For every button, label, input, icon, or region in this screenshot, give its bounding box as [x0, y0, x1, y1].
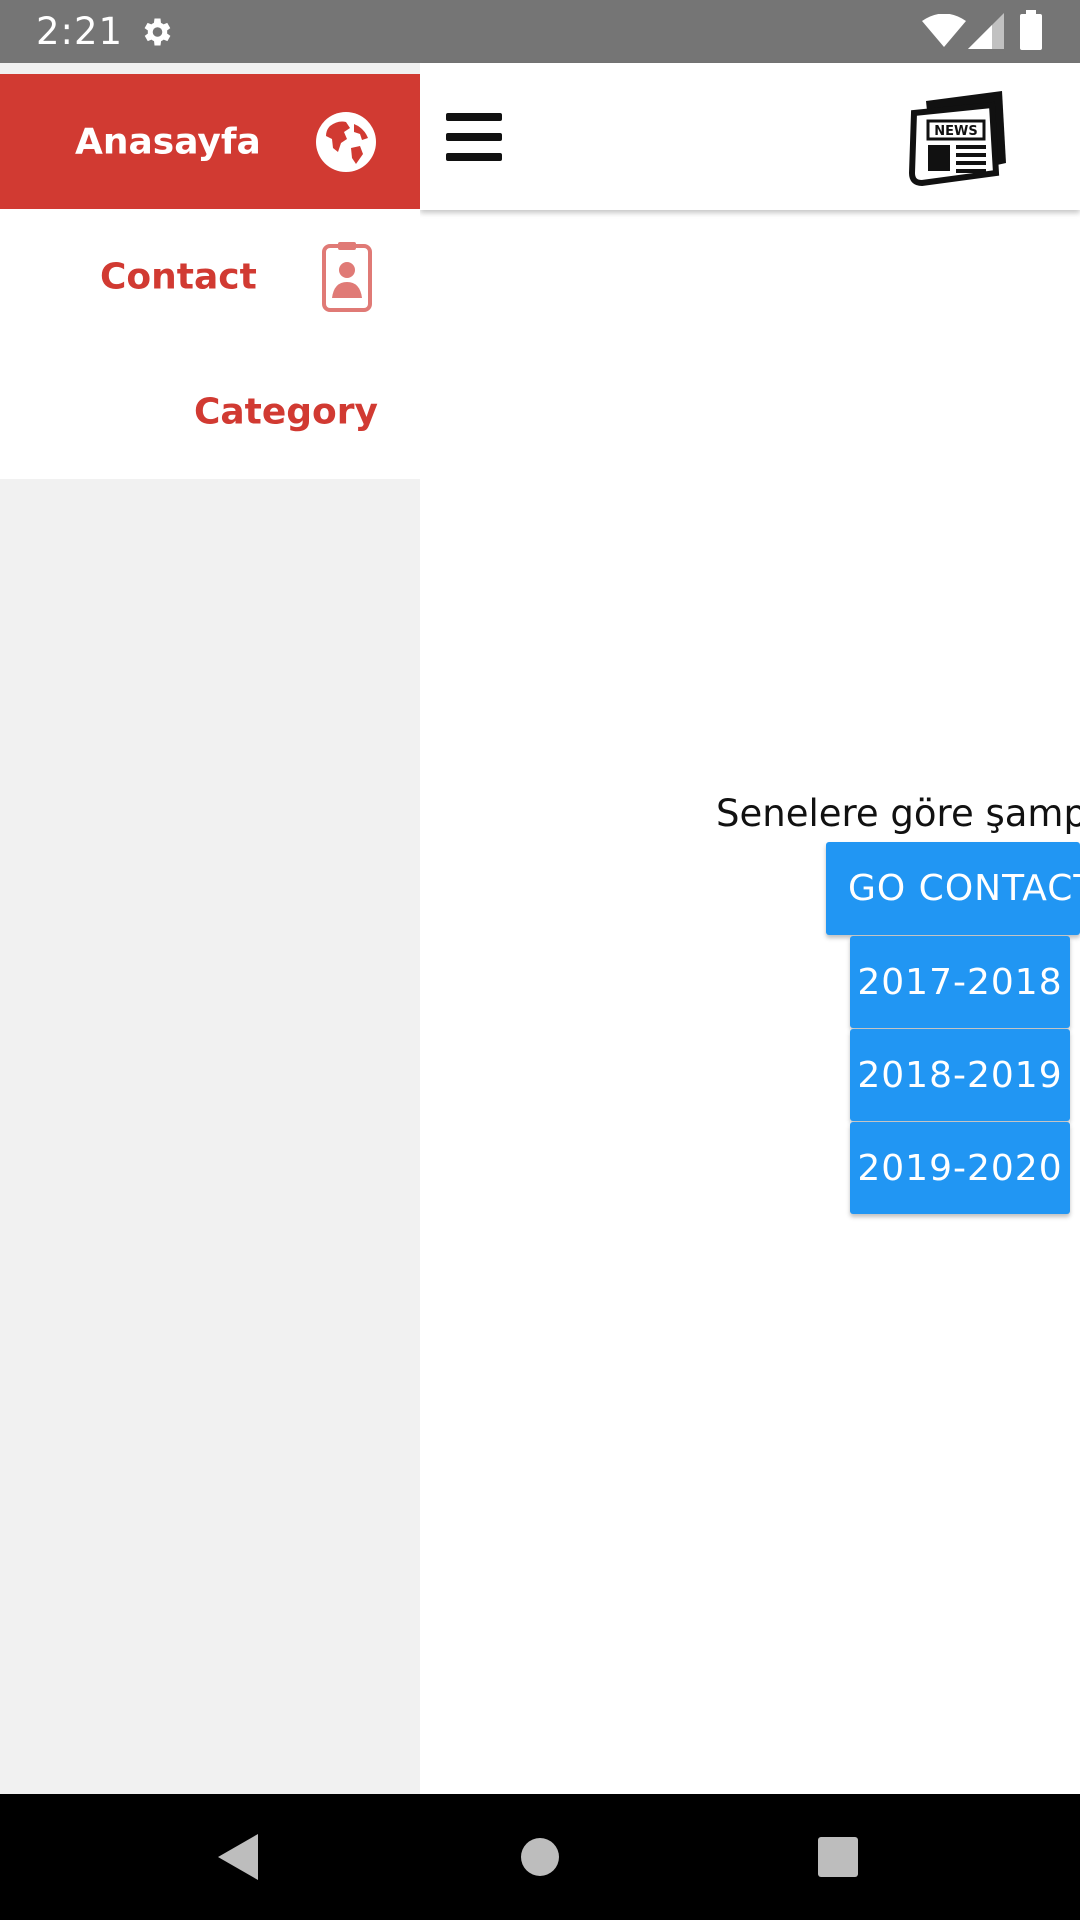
home-icon[interactable] — [520, 1837, 560, 1877]
app-bar: NEWS — [420, 63, 1080, 210]
drawer-item-label: Anasayfa — [75, 121, 261, 162]
svg-text:NEWS: NEWS — [934, 124, 977, 139]
drawer-menu: Anasayfa Contact Category — [0, 74, 420, 479]
navigation-drawer: Anasayfa Contact Category — [0, 63, 420, 1794]
drawer-item-label: Contact — [100, 256, 257, 297]
drawer-item-contact[interactable]: Contact — [0, 209, 420, 344]
contact-card-icon — [322, 241, 372, 312]
drawer-item-category[interactable]: Category — [0, 344, 420, 479]
year-button-2019-2020[interactable]: 2019-2020 — [850, 1122, 1070, 1214]
news-icon: NEWS — [908, 91, 1006, 187]
year-button-2018-2019[interactable]: 2018-2019 — [850, 1029, 1070, 1121]
go-contact-button[interactable]: GO CONTACT — [826, 842, 1080, 935]
back-icon[interactable] — [218, 1834, 258, 1880]
page-title: Senelere göre şampiyo — [716, 792, 1080, 835]
wifi-icon — [922, 14, 966, 47]
recents-icon[interactable] — [818, 1837, 858, 1877]
status-bar: 2:21 — [0, 0, 1080, 63]
drawer-item-label: Category — [193, 391, 378, 432]
screen: 2:21 NEWS Senelere göre şamp GO CONTACT … — [0, 0, 1080, 1920]
battery-icon — [1020, 10, 1042, 50]
globe-icon — [316, 111, 376, 172]
hamburger-menu-icon[interactable] — [446, 113, 502, 161]
cell-signal-icon — [968, 13, 1004, 49]
status-time: 2:21 — [36, 10, 124, 53]
year-button-2017-2018[interactable]: 2017-2018 — [850, 936, 1070, 1028]
settings-gear-icon — [144, 18, 171, 46]
drawer-item-anasayfa[interactable]: Anasayfa — [0, 74, 420, 209]
system-navigation-bar — [0, 1794, 1080, 1920]
